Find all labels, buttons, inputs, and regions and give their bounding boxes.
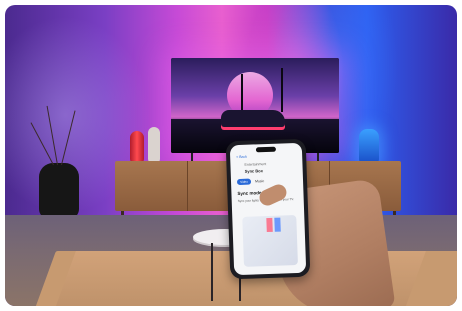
device-name: Sync Box	[244, 168, 263, 174]
tv-palm-tree	[281, 68, 283, 112]
side-table-leg	[211, 243, 213, 301]
section-title: Sync mode	[237, 190, 262, 197]
tab-video[interactable]: Video	[236, 178, 252, 186]
tv-screen-car	[221, 110, 285, 130]
dynamic-island	[255, 146, 277, 153]
cabinet-divider	[187, 161, 188, 211]
illustration-blue-light	[274, 217, 281, 232]
television	[171, 58, 339, 153]
illustration-red-light	[266, 217, 273, 233]
app-subtitle: Entertainment	[244, 162, 267, 167]
blue-glass-lamp	[359, 129, 379, 163]
smartphone: < Back Entertainment Sync Box Video Musi…	[225, 138, 311, 280]
phone-screen: < Back Entertainment Sync Box Video Musi…	[229, 142, 307, 276]
red-vase	[130, 131, 144, 163]
back-link[interactable]: < Back	[236, 155, 247, 159]
tab-music[interactable]: Music	[255, 178, 264, 184]
black-plant-pot	[39, 163, 79, 219]
photo-frame: < Back Entertainment Sync Box Video Musi…	[5, 5, 457, 306]
tv-palm-tree	[241, 74, 243, 114]
white-mask-sculpture	[148, 127, 160, 163]
